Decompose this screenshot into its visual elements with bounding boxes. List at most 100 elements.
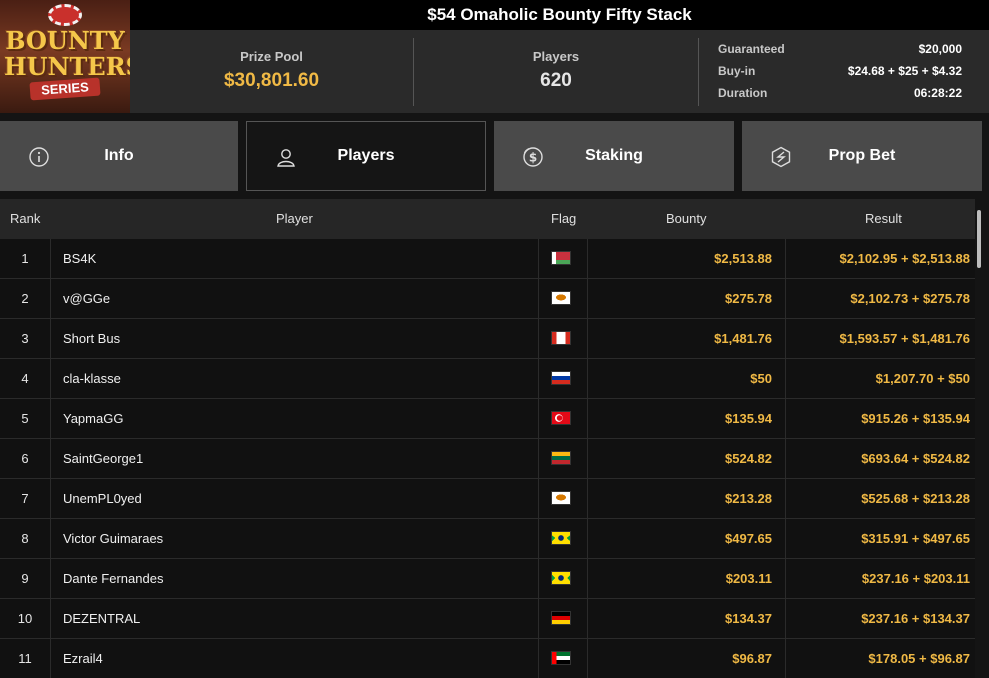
table-row[interactable]: 9 Dante Fernandes $203.11 $237.16 + $203…	[0, 559, 982, 599]
divider	[538, 279, 539, 319]
russia-flag	[551, 371, 571, 385]
table-row[interactable]: 7 UnemPL0yed $213.28 $525.68 + $213.28	[0, 479, 982, 519]
bounty-cell: $1,481.76	[714, 331, 772, 346]
column-header-result[interactable]: Result	[865, 199, 902, 239]
uae-flag	[551, 651, 571, 665]
detail-key: Duration	[718, 86, 768, 100]
tournament-summary: Prize Pool $30,801.60 Players 620 Guaran…	[130, 30, 989, 113]
players-value: 620	[540, 70, 572, 91]
player-name[interactable]: SaintGeorge1	[63, 439, 143, 479]
bounty-cell: $497.65	[725, 531, 772, 546]
tab-staking[interactable]: $ Staking	[494, 121, 734, 191]
detail-guaranteed: Guaranteed $20,000	[718, 40, 962, 62]
player-name[interactable]: v@GGe	[63, 279, 110, 319]
divider	[538, 479, 539, 519]
tournament-title: $54 Omaholic Bounty Fifty Stack	[130, 0, 989, 30]
player-name[interactable]: Ezrail4	[63, 639, 103, 678]
rank-cell: 8	[21, 531, 29, 546]
player-name[interactable]: Victor Guimaraes	[63, 519, 163, 559]
result-cell: $525.68 + $213.28	[861, 491, 970, 506]
column-header-player[interactable]: Player	[276, 199, 313, 239]
divider	[538, 359, 539, 399]
bounty-cell: $2,513.88	[714, 251, 772, 266]
belarus-flag-icon	[551, 251, 571, 265]
user-icon	[277, 149, 295, 167]
table-row[interactable]: 2 v@GGe $275.78 $2,102.73 + $275.78	[0, 279, 982, 319]
scrollbar-thumb[interactable]	[977, 210, 981, 268]
info-icon	[29, 147, 49, 167]
bounty-cell: $134.37	[725, 611, 772, 626]
detail-value: $20,000	[918, 42, 962, 56]
table-row[interactable]: 1 BS4K $2,513.88 $2,102.95 + $2,513.88	[0, 239, 982, 279]
scrollbar-track[interactable]	[975, 199, 989, 678]
players-table-header: Rank Player Flag Bounty Result	[0, 199, 982, 239]
player-name[interactable]: YapmaGG	[63, 399, 123, 439]
divider	[50, 639, 51, 678]
column-header-rank[interactable]: Rank	[10, 199, 40, 239]
germany-flag	[551, 611, 571, 625]
canada-flag-icon	[551, 331, 571, 345]
divider	[538, 319, 539, 359]
turkey-flag	[551, 411, 571, 425]
brazil-flag-icon	[551, 571, 571, 585]
rank-cell: 2	[21, 291, 29, 306]
dollar-coin-icon: $	[523, 147, 543, 167]
tab-players[interactable]: Players	[246, 121, 486, 191]
canada-flag	[551, 331, 571, 345]
result-cell: $178.05 + $96.87	[868, 651, 970, 666]
column-header-flag[interactable]: Flag	[551, 199, 576, 239]
divider	[538, 639, 539, 678]
divider	[538, 559, 539, 599]
germany-flag-icon	[551, 611, 571, 625]
player-name[interactable]: Dante Fernandes	[63, 559, 163, 599]
rank-cell: 4	[21, 371, 29, 386]
table-row[interactable]: 3 Short Bus $1,481.76 $1,593.57 + $1,481…	[0, 319, 982, 359]
poker-chip-icon	[48, 4, 82, 26]
player-name[interactable]: DEZENTRAL	[63, 599, 140, 639]
logo-line-2: HUNTERS	[4, 52, 130, 81]
table-row[interactable]: 6 SaintGeorge1 $524.82 $693.64 + $524.82	[0, 439, 982, 479]
rank-cell: 5	[21, 411, 29, 426]
bounty-cell: $50	[750, 371, 772, 386]
bounty-hunters-logo: BOUNTY HUNTERS SERIES	[0, 0, 130, 113]
divider	[50, 239, 51, 279]
cyprus-flag-icon	[551, 491, 571, 505]
divider	[50, 359, 51, 399]
brazil-flag	[551, 571, 571, 585]
lithuania-flag	[551, 451, 571, 465]
table-row[interactable]: 11 Ezrail4 $96.87 $178.05 + $96.87	[0, 639, 982, 678]
bounty-cell: $203.11	[725, 571, 772, 586]
divider	[50, 479, 51, 519]
tab-info[interactable]: Info	[0, 121, 238, 191]
table-row[interactable]: 8 Victor Guimaraes $497.65 $315.91 + $49…	[0, 519, 982, 559]
bounty-cell: $524.82	[725, 451, 772, 466]
table-row[interactable]: 5 YapmaGG $135.94 $915.26 + $135.94	[0, 399, 982, 439]
column-header-bounty[interactable]: Bounty	[666, 199, 706, 239]
result-cell: $315.91 + $497.65	[861, 531, 970, 546]
russia-flag-icon	[551, 371, 571, 385]
logo-line-3: SERIES	[29, 77, 101, 101]
belarus-flag	[551, 251, 571, 265]
divider	[50, 439, 51, 479]
detail-duration: Duration 06:28:22	[718, 84, 962, 106]
result-cell: $237.16 + $134.37	[861, 611, 970, 626]
table-row[interactable]: 4 cla-klasse $50 $1,207.70 + $50	[0, 359, 982, 399]
result-cell: $1,593.57 + $1,481.76	[839, 331, 970, 346]
bounty-cell: $275.78	[725, 291, 772, 306]
player-name[interactable]: UnemPL0yed	[63, 479, 142, 519]
bounty-cell: $213.28	[725, 491, 772, 506]
brazil-flag-icon	[551, 531, 571, 545]
bounty-cell: $135.94	[725, 411, 772, 426]
detail-key: Guaranteed	[718, 42, 785, 56]
players-label: Players	[532, 49, 580, 64]
tab-prop-bet[interactable]: Prop Bet	[742, 121, 982, 191]
divider	[698, 38, 699, 106]
uae-flag-icon	[551, 651, 571, 665]
players-stat: Players 620	[414, 30, 698, 113]
logo-line-1: BOUNTY	[5, 26, 125, 55]
table-row[interactable]: 10 DEZENTRAL $134.37 $237.16 + $134.37	[0, 599, 982, 639]
player-name[interactable]: cla-klasse	[63, 359, 121, 399]
player-name[interactable]: BS4K	[63, 239, 96, 279]
player-name[interactable]: Short Bus	[63, 319, 120, 359]
rank-cell: 7	[21, 491, 29, 506]
